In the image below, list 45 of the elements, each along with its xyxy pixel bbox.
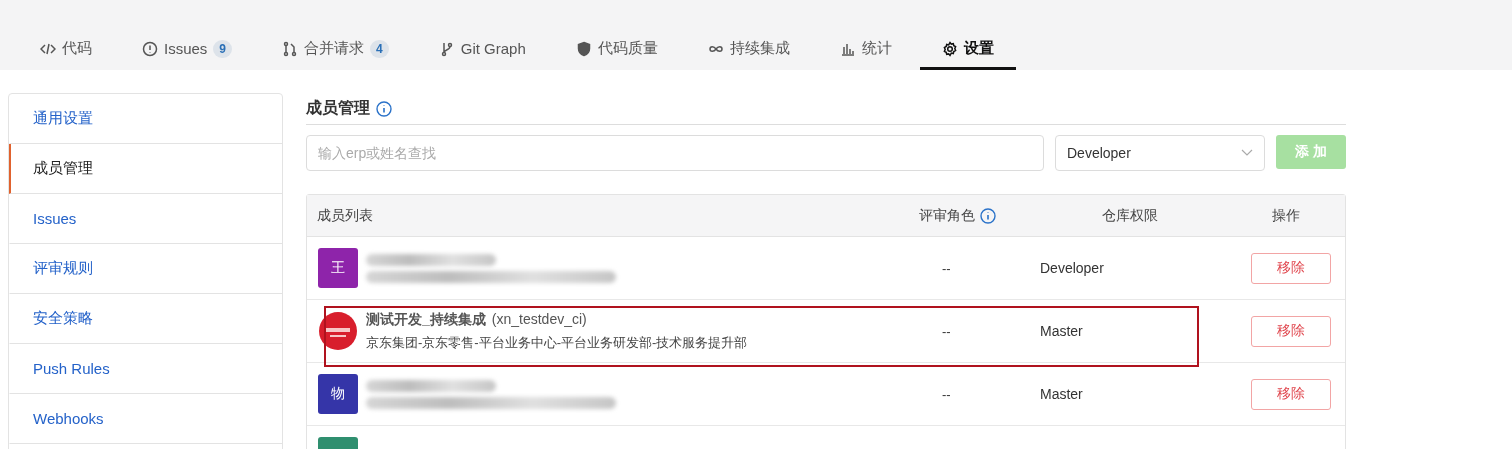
sidebar-item[interactable]: Push Rules [9, 344, 282, 394]
nav-tab[interactable]: 持续集成 [685, 30, 812, 70]
nav-tab[interactable]: Issues 9 [120, 30, 255, 70]
column-header: 成员列表 [316, 206, 373, 225]
remove-button[interactable]: 移除 [1251, 252, 1331, 284]
sidebar-item[interactable]: 通用设置 [9, 94, 282, 144]
shield-icon [575, 40, 592, 57]
column-header: 操作 [1271, 206, 1300, 225]
permission-cell-text: Master [1039, 386, 1084, 402]
nav-tab[interactable]: 代码 [18, 30, 114, 70]
sidebar-item[interactable]: 评审规则 [9, 244, 282, 294]
settings-icon [941, 40, 958, 57]
count-badge: 4 [370, 39, 389, 58]
info-icon [376, 100, 392, 117]
review-role-cell-text: -- [941, 323, 952, 339]
sidebar-item[interactable]: 成员管理 [9, 144, 282, 194]
search-field[interactable]: 输入erp或姓名查找 [306, 135, 1044, 171]
sidebar-item[interactable]: Webhooks [9, 394, 282, 444]
chevron-down-icon [1241, 149, 1253, 157]
remove-button[interactable]: 移除 [1251, 378, 1331, 410]
count-badge: 9 [213, 39, 233, 58]
info-icon [979, 207, 996, 224]
permission-cell-text: Developer [1039, 260, 1105, 276]
avatar: 王 [318, 248, 358, 288]
nav-tab[interactable]: 统计 [817, 30, 914, 70]
member-department: 京东集团-京东零售-平台业务中心-平台业务研发部-技术服务提升部 [366, 333, 748, 352]
member-name: 测试开发_持续集成 [366, 310, 486, 329]
review-role-cell-text: -- [941, 386, 952, 402]
nav-tab[interactable]: 设置 [919, 30, 1016, 70]
review-role-cell-text: -- [941, 260, 952, 276]
avatar: 物 [318, 374, 358, 414]
alert-icon [142, 40, 158, 57]
merge-icon [282, 40, 299, 57]
nav-tab[interactable]: Git Graph [416, 30, 548, 70]
sidebar-item[interactable]: Issues [9, 194, 282, 244]
member-username: (xn_testdev_ci) [491, 310, 587, 329]
remove-button[interactable]: 移除 [1251, 315, 1331, 347]
section-title: 成员管理 [306, 98, 370, 118]
sidebar-item[interactable]: 安全策略 [9, 294, 282, 344]
column-header: 评审角色 [918, 206, 975, 225]
nav-tab[interactable]: 代码质量 [553, 30, 680, 70]
column-header: 仓库权限 [1100, 206, 1158, 225]
nav-tab[interactable]: 合并请求 4 [260, 30, 411, 70]
role-select[interactable]: Developer [1055, 135, 1265, 171]
permission-cell-text: Master [1039, 323, 1084, 339]
